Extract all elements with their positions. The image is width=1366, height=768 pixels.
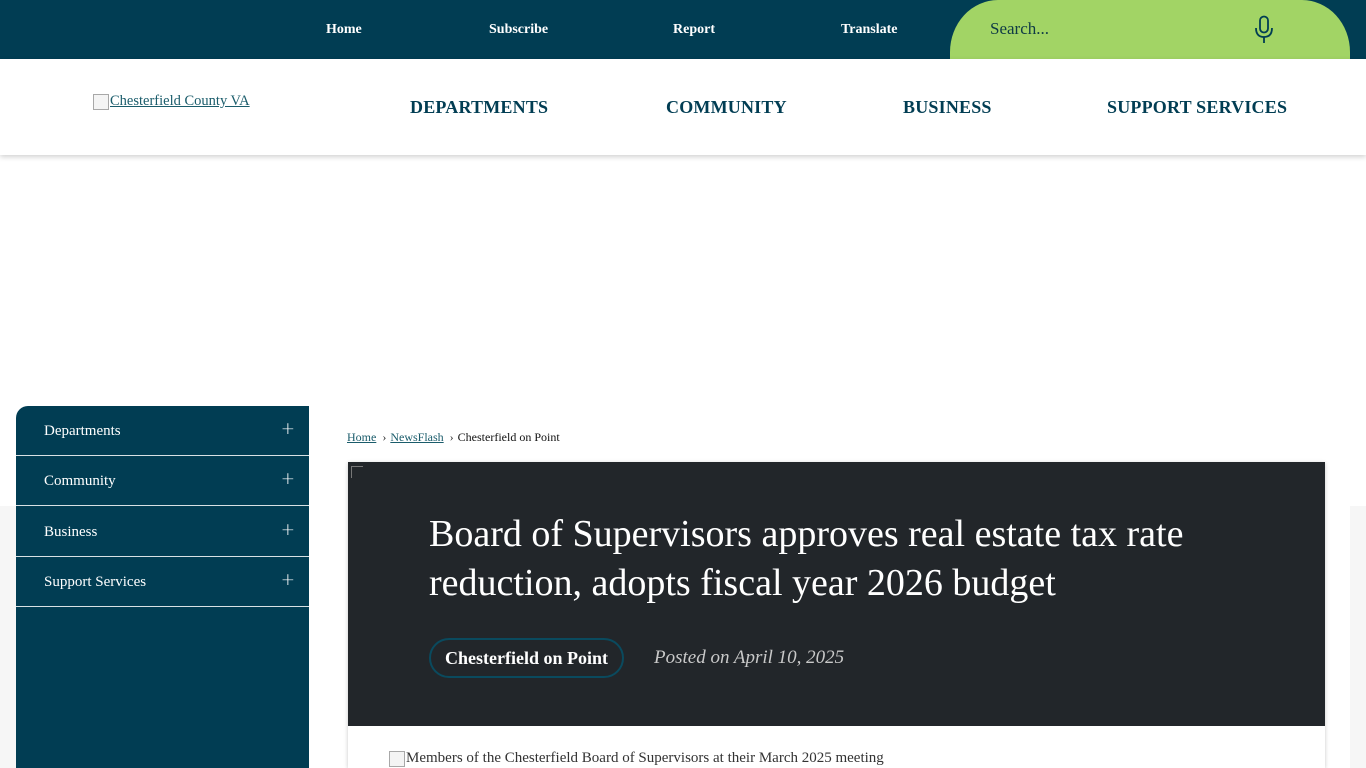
sidebar-item-label: Support Services [44, 574, 147, 590]
broken-image-icon [93, 93, 109, 110]
article-card: Board of Supervisors approves real estat… [348, 462, 1325, 768]
nav-business[interactable]: BUSINESS [903, 59, 992, 155]
broken-image-icon [389, 750, 405, 767]
posted-date: Posted on April 10, 2025 [654, 647, 845, 668]
nav-support-services[interactable]: SUPPORT SERVICES [1107, 59, 1287, 155]
sidebar-item-label: Business [44, 524, 98, 540]
top-link-report[interactable]: Report [673, 0, 715, 59]
article-image-alt: Members of the Chesterfield Board of Sup… [406, 750, 884, 766]
plus-icon[interactable]: + [281, 507, 295, 555]
article-hero: Board of Supervisors approves real estat… [348, 462, 1325, 726]
nav-departments[interactable]: DEPARTMENTS [410, 59, 548, 155]
breadcrumb-home[interactable]: Home [347, 430, 376, 445]
sidebar-nav: Departments + Community + Business + Sup… [16, 406, 309, 768]
sidebar-item-community[interactable]: Community + [16, 456, 309, 506]
top-link-home[interactable]: Home [326, 0, 362, 59]
logo-alt-text: Chesterfield County VA [110, 93, 250, 109]
breadcrumb-separator: › [382, 430, 387, 444]
logo-link[interactable]: Chesterfield County VA [93, 93, 250, 110]
breadcrumb: Home › NewsFlash › Chesterfield on Point [347, 430, 560, 445]
search-input[interactable] [990, 14, 1230, 44]
search-area [950, 0, 1350, 59]
utility-bar: Home Subscribe Report Translate [0, 0, 1366, 59]
sidebar-item-support-services[interactable]: Support Services + [16, 557, 309, 607]
nav-community[interactable]: COMMUNITY [666, 59, 787, 155]
plus-icon[interactable]: + [281, 456, 295, 504]
article-title: Board of Supervisors approves real estat… [429, 513, 1184, 604]
sidebar-item-departments[interactable]: Departments + [16, 406, 309, 456]
breadcrumb-newsflash[interactable]: NewsFlash [390, 430, 443, 445]
sidebar-item-label: Community [44, 473, 116, 489]
main-header: Chesterfield County VA DEPARTMENTS COMMU… [0, 59, 1366, 155]
sidebar-item-business[interactable]: Business + [16, 507, 309, 557]
microphone-icon[interactable] [1253, 15, 1275, 45]
breadcrumb-current: Chesterfield on Point [457, 430, 560, 444]
category-tag[interactable]: Chesterfield on Point [429, 638, 624, 678]
top-link-subscribe[interactable]: Subscribe [489, 0, 548, 59]
article-image: Members of the Chesterfield Board of Sup… [389, 750, 884, 767]
plus-icon[interactable]: + [281, 557, 295, 605]
breadcrumb-separator: › [449, 430, 454, 444]
sidebar-item-label: Departments [44, 423, 121, 439]
plus-icon[interactable]: + [281, 406, 295, 454]
top-link-translate[interactable]: Translate [841, 0, 898, 59]
broken-image-icon [351, 466, 363, 478]
